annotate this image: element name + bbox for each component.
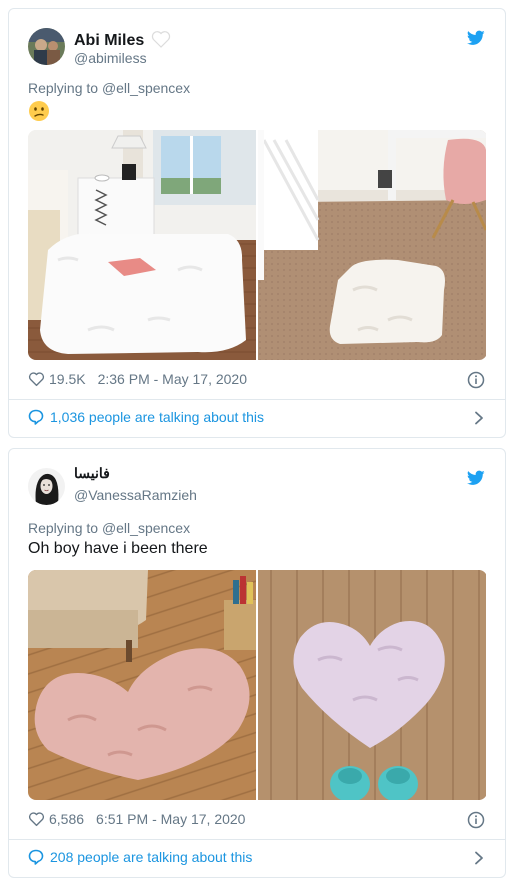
reply-context: Replying to @ell_spencex [28, 520, 190, 536]
tweet-timestamp[interactable]: 2:36 PM - May 17, 2020 [98, 371, 247, 387]
conversation-count[interactable]: 208 people are talking about this [50, 849, 252, 865]
display-name[interactable]: Abi Miles [74, 30, 171, 50]
tweet-text: Oh boy have i been there [28, 540, 208, 557]
speech-bubble-icon [28, 849, 44, 865]
heart-outline-icon[interactable] [28, 371, 45, 387]
reply-prefix: Replying to [28, 520, 99, 536]
speech-bubble-icon [28, 409, 44, 425]
reply-mention-link[interactable]: @ell_spencex [102, 80, 190, 96]
user-handle[interactable]: @abimiless [74, 50, 147, 66]
tweet-image-small-white-rug[interactable] [258, 130, 486, 360]
twitter-bird-icon[interactable] [467, 470, 485, 486]
tweet-card: Abi Miles @abimiless Replying to @ell_sp… [8, 8, 506, 438]
user-handle[interactable]: @VanessaRamzieh [74, 487, 197, 503]
avatar[interactable] [28, 468, 65, 505]
confused-face-emoji [29, 101, 49, 121]
display-name-text[interactable]: Abi Miles [74, 32, 144, 49]
reply-mention-link[interactable]: @ell_spencex [102, 520, 190, 536]
tweet-meta: 6,586 6:51 PM - May 17, 2020 [28, 811, 245, 827]
like-count[interactable]: 19.5K [49, 371, 86, 387]
conversation-link[interactable]: 1,036 people are talking about this [28, 409, 264, 425]
tweet-media[interactable] [28, 570, 487, 800]
display-name-text[interactable]: فانيسا [74, 465, 110, 481]
avatar[interactable] [28, 28, 65, 65]
chevron-right-icon[interactable] [473, 411, 485, 425]
reply-context: Replying to @ell_spencex [28, 80, 190, 96]
chevron-right-icon[interactable] [473, 851, 485, 865]
conversation-count[interactable]: 1,036 people are talking about this [50, 409, 264, 425]
tweet-timestamp[interactable]: 6:51 PM - May 17, 2020 [96, 811, 245, 827]
divider [9, 399, 505, 400]
display-name[interactable]: فانيسا [74, 465, 110, 482]
tweet-image-pink-heart-rug[interactable] [28, 570, 256, 800]
tweet-meta: 19.5K 2:36 PM - May 17, 2020 [28, 371, 247, 387]
tweet-image-white-rug-bedroom[interactable] [28, 130, 256, 360]
white-heart-badge-icon [151, 31, 170, 48]
heart-outline-icon[interactable] [28, 811, 45, 827]
twitter-bird-icon[interactable] [467, 30, 485, 46]
tweet-image-lavender-heart-rug[interactable] [258, 570, 486, 800]
tweet-media[interactable] [28, 130, 487, 360]
reply-prefix: Replying to [28, 80, 99, 96]
info-icon[interactable] [467, 811, 485, 829]
tweet-card: فانيسا @VanessaRamzieh Replying to @ell_… [8, 448, 506, 878]
like-count[interactable]: 6,586 [49, 811, 84, 827]
divider [9, 839, 505, 840]
info-icon[interactable] [467, 371, 485, 389]
conversation-link[interactable]: 208 people are talking about this [28, 849, 252, 865]
